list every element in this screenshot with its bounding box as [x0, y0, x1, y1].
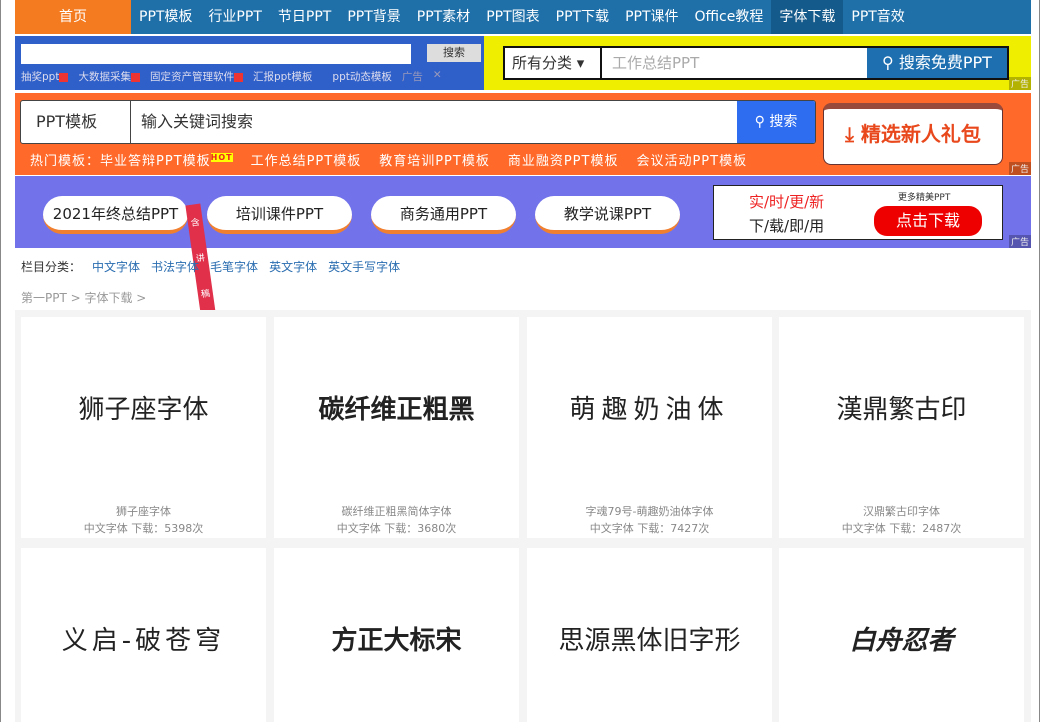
ad-free-search: 所有分类 ▾ 工作总结PPT ⚲ 搜索免费PPT 广告: [484, 36, 1031, 90]
font-preview: 漢鼎繁古印: [836, 395, 967, 425]
font-preview: 白舟忍者: [849, 626, 954, 656]
nav-item[interactable]: PPT图表: [478, 0, 547, 34]
nav-item[interactable]: PPT课件: [617, 0, 686, 34]
search-button[interactable]: ⚲ 搜索: [737, 101, 815, 143]
font-preview: 狮子座字体: [78, 395, 209, 425]
font-name[interactable]: 碳纤维正粗黑简体字体: [274, 503, 519, 519]
search-type-dropdown[interactable]: PPT模板: [21, 101, 131, 143]
ad-line2: 下/载/即/用: [749, 217, 825, 235]
promo-pill[interactable]: 培训课件PPT: [207, 196, 352, 234]
category-link[interactable]: 英文手写字体: [328, 258, 400, 275]
hot-icon: [59, 72, 69, 82]
ad-link[interactable]: 汇报ppt模板: [253, 69, 312, 84]
hot-link-label: 毕业答辩PPT模板: [100, 154, 211, 169]
click-download-button[interactable]: 点击下载: [874, 206, 982, 236]
breadcrumb[interactable]: 第一PPT > 字体下载 >: [21, 289, 146, 306]
font-preview: 方正大标宋: [331, 626, 462, 656]
category-dropdown[interactable]: 所有分类 ▾: [505, 48, 602, 78]
hot-label: 热门模板：: [30, 154, 101, 169]
hot-link[interactable]: 会议活动PPT模板: [636, 150, 747, 169]
hot-link[interactable]: 教育培训PPT模板: [379, 150, 490, 169]
font-card[interactable]: 漢鼎繁古印汉鼎繁古印字体 中文字体 下载：2487次: [779, 317, 1024, 538]
font-card[interactable]: 思源黑体旧字形: [527, 548, 772, 722]
category-link[interactable]: 中文字体: [92, 258, 140, 275]
search-icon: ⚲: [882, 53, 899, 72]
download-icon: ⤓: [845, 122, 854, 146]
search-icon: ⚲: [754, 114, 770, 130]
font-card[interactable]: 方正大标宋: [274, 548, 519, 722]
ad-link[interactable]: ppt动态模板: [332, 69, 391, 84]
nav-item[interactable]: PPT模板: [131, 0, 200, 34]
main-search-area: PPT模板 输入关键词搜索 ⚲ 搜索 热门模板： 毕业答辩PPT模板HOT 工作…: [15, 93, 1031, 175]
promo-banner: 2021年终总结PPT 含讲稿 培训课件PPT 商务通用PPT 教学说课PPT 实…: [15, 176, 1031, 315]
hot-link[interactable]: 毕业答辩PPT模板HOT: [100, 150, 233, 169]
nav-item[interactable]: 行业PPT: [200, 0, 269, 34]
ad-tag: 广告: [1008, 235, 1031, 248]
category-link[interactable]: 书法字体: [151, 258, 199, 275]
font-meta: 中文字体 下载：3680次: [336, 522, 457, 535]
ad-search-button[interactable]: 搜索: [427, 44, 481, 62]
hot-badge: HOT: [210, 152, 233, 162]
ad-tag: 广告: [401, 71, 423, 83]
ad-tag: 广告: [1008, 77, 1031, 90]
hot-link[interactable]: 工作总结PPT模板: [251, 150, 362, 169]
font-card[interactable]: 白舟忍者: [779, 548, 1024, 722]
ad-search-box: 搜索 抽奖ppt 大数据采集 固定资产管理软件 汇报ppt模板 ppt动态模板 …: [15, 36, 484, 90]
ad-link[interactable]: 抽奖ppt: [21, 69, 69, 84]
font-meta: 中文字体 下载：7427次: [589, 522, 710, 535]
new-user-gift-button[interactable]: ⤓ 精选新人礼包: [823, 103, 1003, 165]
ad-more: 更多精美PPT: [898, 193, 951, 203]
free-search-button[interactable]: ⚲ 搜索免费PPT: [867, 48, 1007, 78]
font-preview: 萌趣奶油体: [569, 395, 730, 425]
font-preview: 义启-破苍穹: [61, 626, 226, 656]
free-search-label: 搜索免费PPT: [898, 53, 992, 72]
nav-item[interactable]: PPT素材: [409, 0, 478, 34]
ad-line1: 实/时/更/新: [749, 193, 825, 211]
font-card[interactable]: 狮子座字体 狮子座字体 中文字体 下载：5398次: [21, 317, 266, 538]
search-button-label: 搜索: [769, 114, 798, 130]
ad-link-label: 抽奖ppt: [21, 71, 60, 83]
promo-pill[interactable]: 商务通用PPT: [371, 196, 516, 234]
font-card[interactable]: 碳纤维正粗黑碳纤维正粗黑简体字体 中文字体 下载：3680次: [274, 317, 519, 538]
font-preview: 思源黑体旧字形: [558, 626, 741, 656]
category-link[interactable]: 英文字体: [269, 258, 317, 275]
nav-item-fonts[interactable]: 字体下载: [771, 0, 844, 34]
font-grid: 狮子座字体 狮子座字体 中文字体 下载：5398次 碳纤维正粗黑 碳纤维正粗黑简体字体…: [15, 310, 1031, 722]
close-icon[interactable]: ✕: [433, 69, 442, 84]
promo-pill-label: 2021年终总结PPT: [52, 205, 179, 223]
ad-search-input[interactable]: [21, 44, 411, 64]
font-name[interactable]: 狮子座字体: [21, 503, 266, 519]
nav-item[interactable]: 节日PPT: [270, 0, 339, 34]
promo-pill[interactable]: 教学说课PPT: [535, 196, 680, 234]
font-name[interactable]: 汉鼎繁古印字体: [779, 503, 1024, 519]
nav-item[interactable]: PPT音效: [843, 0, 912, 34]
search-input[interactable]: 输入关键词搜索: [131, 101, 737, 143]
download-ad[interactable]: 实/时/更/新 下/载/即/用 更多精美PPT 点击下载: [713, 185, 1003, 240]
font-card[interactable]: 义启-破苍穹: [21, 548, 266, 722]
promo-pill[interactable]: 2021年终总结PPT 含讲稿: [43, 196, 216, 315]
font-meta: 中文字体 下载：5398次: [83, 522, 204, 535]
ad-link[interactable]: 固定资产管理软件: [150, 69, 243, 84]
gift-label: 精选新人礼包: [860, 122, 981, 146]
font-preview: 碳纤维正粗黑: [318, 395, 475, 425]
hot-icon: [130, 72, 140, 82]
top-nav: 首页 PPT模板 行业PPT 节日PPT PPT背景 PPT素材 PPT图表 P…: [15, 0, 1031, 34]
nav-home[interactable]: 首页: [15, 0, 131, 34]
ad-link-label: 大数据采集: [78, 71, 131, 83]
nav-item[interactable]: Office教程: [687, 0, 772, 34]
category-row: 栏目分类： 中文字体 书法字体 毛笔字体 英文字体 英文手写字体: [21, 258, 400, 275]
nav-item[interactable]: PPT背景: [339, 0, 408, 34]
font-name[interactable]: 字魂79号-萌趣奶油体字体: [527, 503, 772, 519]
font-meta: 中文字体 下载：2487次: [841, 522, 962, 535]
nav-item[interactable]: PPT下载: [548, 0, 617, 34]
hot-icon: [233, 72, 243, 82]
ad-link-label: 固定资产管理软件: [149, 71, 234, 83]
category-link[interactable]: 毛笔字体: [210, 258, 258, 275]
ad-link[interactable]: 大数据采集: [78, 69, 140, 84]
hot-link[interactable]: 商业融资PPT模板: [508, 150, 619, 169]
font-card[interactable]: 萌趣奶油体字魂79号-萌趣奶油体字体 中文字体 下载：7427次: [527, 317, 772, 538]
ad-tag: 广告: [1008, 162, 1031, 175]
category-label: 栏目分类：: [21, 260, 82, 274]
free-search-input[interactable]: 工作总结PPT: [602, 48, 867, 78]
